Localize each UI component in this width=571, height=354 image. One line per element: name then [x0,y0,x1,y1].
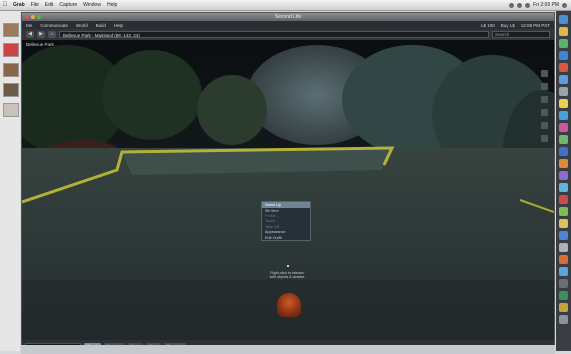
battery-icon[interactable] [525,2,531,8]
dock-app-icon[interactable] [559,27,568,36]
buy-currency-link[interactable]: Buy L$ [501,23,515,28]
dock-app-icon[interactable] [559,171,568,180]
location-input[interactable]: Bellevue Park - Mainland (89, 143, 24) [59,31,489,38]
dock-app-icon[interactable] [559,219,568,228]
volume-icon[interactable] [517,2,523,8]
dock-app-icon[interactable] [559,267,568,276]
dock-app-icon[interactable] [559,87,568,96]
trash-icon[interactable] [559,315,568,324]
desktop-left-strip [0,11,20,351]
sl-menu-build[interactable]: Build [92,23,110,28]
dock [556,11,571,351]
mac-menu-bar:  Grab File Edit Capture Window Help Fri… [0,0,571,11]
menu-file[interactable]: File [28,2,42,8]
sidebar-inventory-icon[interactable] [541,135,548,142]
dock-app-icon[interactable] [559,63,568,72]
menu-capture[interactable]: Capture [56,2,80,8]
sl-clock: 12:08 PM PST [520,22,550,28]
desktop-file-icon[interactable] [3,63,19,77]
dock-app-icon[interactable] [559,99,568,108]
dock-app-icon[interactable] [559,279,568,288]
context-menu-item[interactable]: Edit Outfit [262,235,310,240]
dock-app-icon[interactable] [559,303,568,312]
sidebar-tabs [541,70,550,142]
sidebar-profile-icon[interactable] [541,83,548,90]
sl-menu-communicate[interactable]: Communicate [36,23,72,28]
dock-app-icon[interactable] [559,183,568,192]
sidebar-people-icon[interactable] [541,96,548,103]
hint-line: with objects & avatars [269,275,305,279]
apple-menu-icon[interactable]:  [0,2,10,8]
menu-grab[interactable]: Grab [10,2,28,8]
menu-edit[interactable]: Edit [42,2,57,8]
window-title: Second Life [274,14,302,20]
forward-arrow-icon[interactable]: ▶ [37,31,45,38]
navigation-bar: ◀ ▶ ⌂ Bellevue Park - Mainland (89, 143,… [22,29,554,40]
balance-label: L$ 100 [480,22,495,28]
wifi-icon[interactable] [509,2,515,8]
sl-menu-me[interactable]: Me [22,23,36,28]
desktop-file-icon[interactable] [3,83,19,97]
sl-menu-help[interactable]: Help [110,23,127,28]
dock-app-icon[interactable] [559,51,568,60]
dock-app-icon[interactable] [559,231,568,240]
dock-app-icon[interactable] [559,207,568,216]
search-input[interactable]: Search [492,31,550,38]
dock-app-icon[interactable] [559,291,568,300]
dock-app-icon[interactable] [559,75,568,84]
back-arrow-icon[interactable]: ◀ [26,31,34,38]
sidebar-places-icon[interactable] [541,109,548,116]
dock-app-icon[interactable] [559,195,568,204]
menu-help[interactable]: Help [104,2,120,8]
dock-app-icon[interactable] [559,147,568,156]
avatar[interactable] [277,293,301,317]
dock-app-icon[interactable] [559,135,568,144]
second-life-window: Second Life Me Communicate World Build H… [21,12,555,352]
sidebar-appearance-icon[interactable] [541,122,548,129]
desktop-bottom-strip [21,345,555,354]
cursor-icon [287,265,289,267]
menubar-clock[interactable]: Fri 2:09 PM [533,2,559,8]
dock-app-icon[interactable] [559,15,568,24]
desktop-file-icon[interactable] [3,43,19,57]
pie-context-menu: Stand Up Sit Here Profile... Touch Take … [261,201,311,242]
home-icon[interactable]: ⌂ [48,31,56,38]
dock-app-icon[interactable] [559,243,568,252]
dock-app-icon[interactable] [559,123,568,132]
dock-app-icon[interactable] [559,39,568,48]
window-titlebar[interactable]: Second Life [22,13,554,21]
dock-app-icon[interactable] [559,159,568,168]
spotlight-icon[interactable] [562,2,567,8]
desktop-file-icon[interactable] [3,23,19,37]
sl-menu-bar: Me Communicate World Build Help L$ 100 B… [22,21,554,29]
dock-app-icon[interactable] [559,111,568,120]
menu-window[interactable]: Window [80,2,104,8]
sidebar-home-icon[interactable] [541,70,548,77]
sl-menu-world[interactable]: World [72,23,92,28]
region-name: Bellevue Park [26,42,54,47]
dock-app-icon[interactable] [559,255,568,264]
desktop-file-icon[interactable] [3,103,19,117]
hint-tooltip: Right-click to interact with objects & a… [262,271,312,279]
